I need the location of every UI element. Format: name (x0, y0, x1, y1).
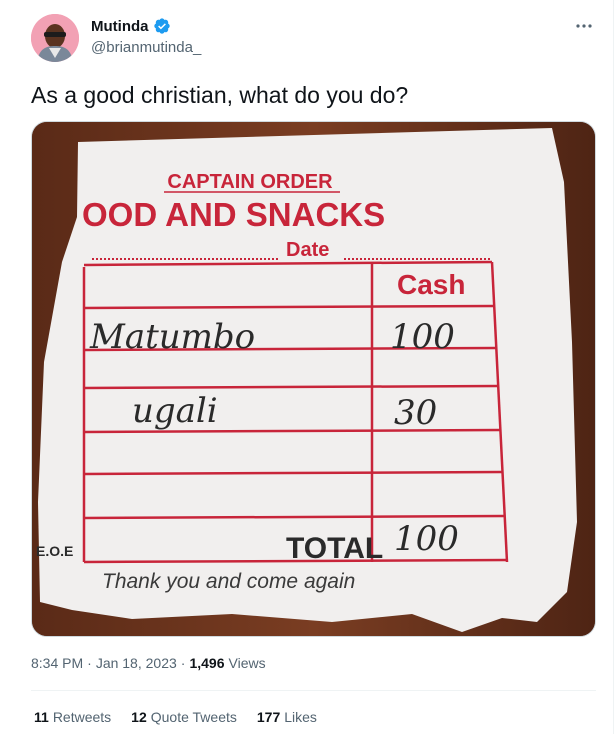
divider (31, 690, 596, 691)
avatar-image (31, 14, 79, 62)
likes-count: 177 (256, 709, 281, 725)
receipt-item-amount: 30 (394, 393, 437, 433)
retweets-stat[interactable]: 11 Retweets (34, 709, 111, 725)
tweet-meta: 8:34 PM · Jan 18, 2023 · 1,496 Views (31, 655, 266, 671)
author-name[interactable]: Mutinda (91, 18, 149, 35)
receipt-item-amount: 100 (390, 317, 455, 357)
author-handle[interactable]: @brianmutinda_ (91, 39, 201, 56)
views-label: Views (228, 655, 266, 671)
author-name-row[interactable]: Mutinda (91, 17, 171, 35)
tweet: Mutinda @brianmutinda_ As a good christi… (0, 0, 614, 734)
more-dots-icon (576, 24, 592, 28)
verified-badge-icon (153, 17, 171, 35)
receipt-photo: CAPTAIN ORDER OOD AND SNACKS Date Cash M… (32, 122, 595, 636)
tweet-photo[interactable]: CAPTAIN ORDER OOD AND SNACKS Date Cash M… (31, 121, 596, 637)
likes-label: Likes (284, 709, 317, 725)
receipt-header: CAPTAIN ORDER (167, 171, 333, 193)
quote-tweets-label: Quote Tweets (150, 709, 237, 725)
avatar[interactable] (31, 14, 79, 62)
receipt-total-label: TOTAL (286, 532, 383, 565)
tweet-date[interactable]: Jan 18, 2023 (96, 655, 177, 671)
receipt-item-name: ugali (132, 391, 218, 431)
receipt-cash-label: Cash (397, 269, 465, 300)
tweet-time[interactable]: 8:34 PM (31, 655, 83, 671)
quote-tweets-count: 12 (131, 709, 147, 725)
meta-separator: · (87, 655, 92, 671)
retweets-label: Retweets (52, 709, 112, 725)
tweet-text: As a good christian, what do you do? (31, 82, 409, 108)
receipt-item-name: Matumbo (89, 317, 255, 357)
receipt-title: OOD AND SNACKS (82, 196, 385, 233)
more-options-button[interactable] (572, 16, 596, 36)
views-count: 1,496 (189, 655, 225, 671)
receipt-total-value: 100 (394, 519, 459, 559)
retweets-count: 11 (34, 709, 49, 725)
quote-tweets-stat[interactable]: 12 Quote Tweets (131, 709, 237, 725)
receipt-eoe: E.O.E (36, 543, 73, 559)
likes-stat[interactable]: 177 Likes (257, 709, 317, 725)
receipt-date-label: Date (286, 239, 329, 261)
meta-separator: · (180, 655, 186, 671)
tweet-stats: 11 Retweets 12 Quote Tweets 177 Likes (34, 709, 317, 725)
receipt-footer: Thank you and come again (102, 570, 355, 593)
